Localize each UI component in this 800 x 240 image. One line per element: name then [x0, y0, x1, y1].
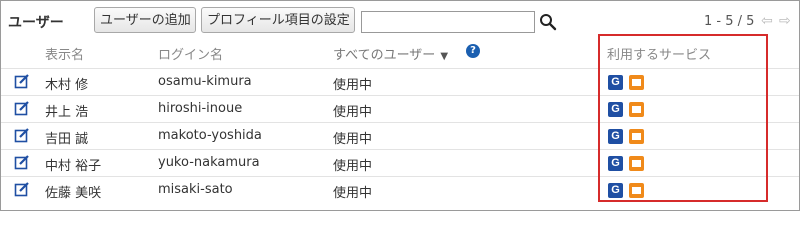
user-login-name: hiroshi-inoue: [158, 101, 243, 116]
user-display-name[interactable]: 佐藤 美咲: [45, 182, 101, 201]
mail-service-icon: [629, 102, 644, 117]
user-login-name: makoto-yoshida: [158, 128, 262, 143]
edit-icon[interactable]: [14, 154, 30, 170]
table-row: 井上 浩 hiroshi-inoue 使用中 G: [1, 95, 799, 122]
user-display-name[interactable]: 吉田 誠: [45, 128, 88, 147]
table-row: 中村 裕子 yuko-nakamura 使用中 G: [1, 149, 799, 176]
pagination-count: 1 - 5 / 5: [704, 14, 755, 29]
edit-icon[interactable]: [14, 181, 30, 197]
garoon-service-icon: G: [608, 183, 623, 198]
mail-service-icon: [629, 183, 644, 198]
user-login-name: misaki-sato: [158, 182, 233, 197]
table-row: 木村 修 osamu-kimura 使用中 G: [1, 68, 799, 95]
user-status: 使用中: [333, 105, 373, 120]
user-status: 使用中: [333, 159, 373, 174]
user-table-body: 木村 修 osamu-kimura 使用中 G 井上 浩 hiroshi-ino…: [1, 68, 799, 203]
user-login-name: osamu-kimura: [158, 74, 252, 89]
mail-service-icon: [629, 75, 644, 90]
mail-service-icon: [629, 156, 644, 171]
chevron-down-icon: ▼: [440, 51, 449, 62]
user-filter-dropdown[interactable]: すべてのユーザー ▼: [333, 44, 448, 63]
user-filter-label: すべてのユーザー: [333, 48, 436, 63]
column-header-login-name[interactable]: ログイン名: [158, 44, 223, 63]
user-display-name[interactable]: 木村 修: [45, 74, 88, 93]
user-login-name: yuko-nakamura: [158, 155, 260, 170]
table-row: 吉田 誠 makoto-yoshida 使用中 G: [1, 122, 799, 149]
user-display-name[interactable]: 井上 浩: [45, 101, 88, 120]
profile-settings-button[interactable]: プロフィール項目の設定: [201, 7, 355, 33]
edit-icon[interactable]: [14, 127, 30, 143]
table-row: 佐藤 美咲 misaki-sato 使用中 G: [1, 176, 799, 203]
page-title: ユーザー: [8, 15, 64, 31]
previous-page-icon[interactable]: ⇦: [761, 13, 773, 29]
mail-service-icon: [629, 129, 644, 144]
garoon-service-icon: G: [608, 129, 623, 144]
table-header: 表示名 ログイン名 すべてのユーザー ▼ 利用するサービス: [1, 39, 799, 67]
garoon-service-icon: G: [608, 75, 623, 90]
next-page-icon[interactable]: ⇨: [779, 13, 791, 29]
add-user-button[interactable]: ユーザーの追加: [94, 7, 196, 33]
search-input[interactable]: [361, 11, 535, 33]
garoon-service-icon: G: [608, 102, 623, 117]
column-header-services: 利用するサービス: [607, 48, 712, 63]
user-status: 使用中: [333, 186, 373, 201]
column-header-display-name[interactable]: 表示名: [45, 44, 84, 63]
user-status: 使用中: [333, 78, 373, 93]
search-icon[interactable]: [539, 13, 557, 31]
help-icon[interactable]: ?: [466, 44, 480, 58]
edit-icon[interactable]: [14, 73, 30, 89]
user-display-name[interactable]: 中村 裕子: [45, 155, 101, 174]
user-list-panel: ユーザー ユーザーの追加 プロフィール項目の設定 1 - 5 / 5 ⇦ ⇨ 表…: [0, 0, 800, 211]
garoon-service-icon: G: [608, 156, 623, 171]
edit-icon[interactable]: [14, 100, 30, 116]
user-status: 使用中: [333, 132, 373, 147]
toolbar: ユーザー ユーザーの追加 プロフィール項目の設定 1 - 5 / 5 ⇦ ⇨: [1, 1, 799, 37]
